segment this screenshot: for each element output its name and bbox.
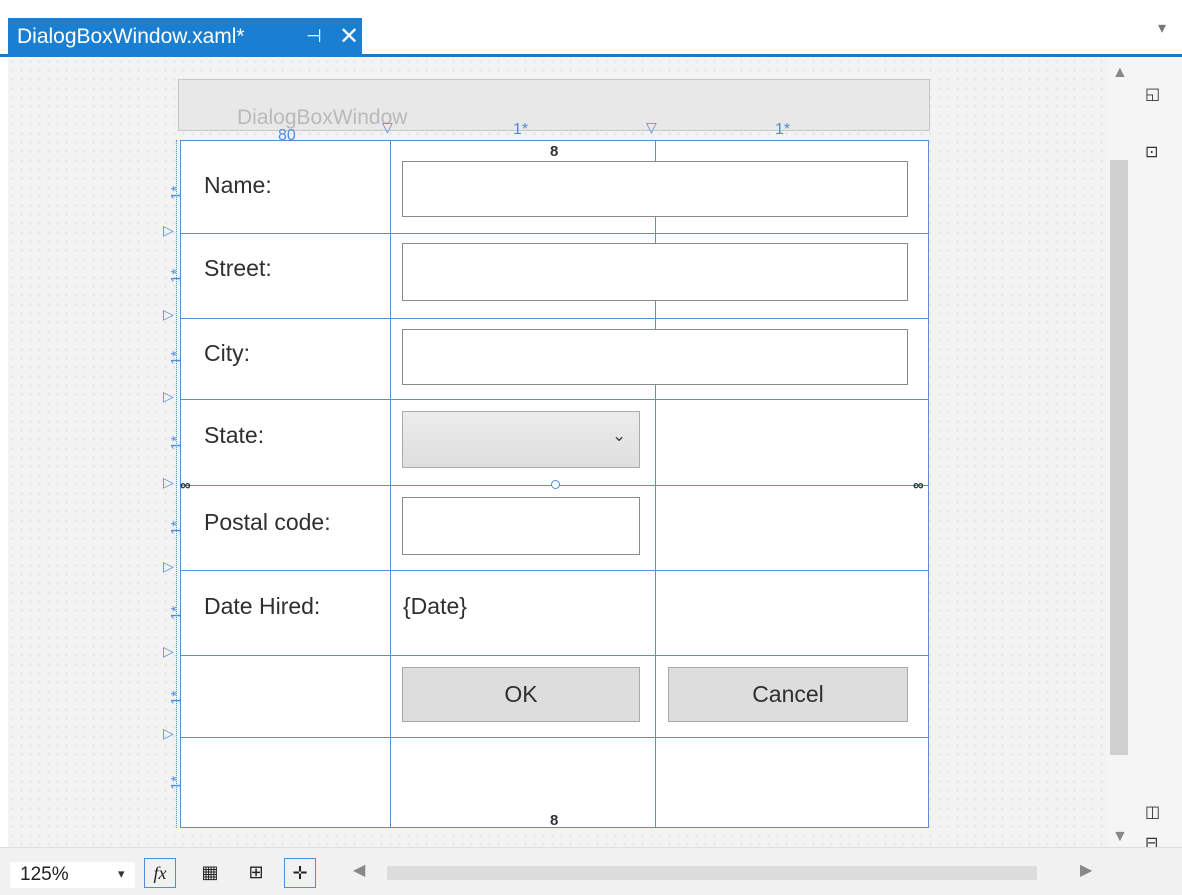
row-splitter-marker-icon[interactable]: ▷ xyxy=(163,222,174,239)
grid-column-line xyxy=(390,141,391,827)
name-label: Name: xyxy=(204,172,272,198)
zoom-combobox[interactable]: 125% xyxy=(10,862,135,888)
vertical-scrollbar[interactable] xyxy=(1110,160,1128,755)
row-size-4[interactable]: 1* xyxy=(168,436,185,450)
street-field[interactable] xyxy=(402,243,908,301)
snap-to-snaplines-icon[interactable]: ✛ xyxy=(284,858,316,888)
scroll-up-icon[interactable]: ▲ xyxy=(1112,64,1128,82)
xaml-view-icon[interactable]: ⊡ xyxy=(1145,142,1158,162)
row-size-3[interactable]: 1* xyxy=(168,351,185,365)
column-size-3[interactable]: 1* xyxy=(775,121,790,139)
scroll-right-icon[interactable]: ▶ xyxy=(1080,860,1092,880)
scroll-down-icon[interactable]: ▼ xyxy=(1112,828,1128,846)
row-splitter-marker-icon[interactable]: ▷ xyxy=(163,643,174,660)
ok-button[interactable]: OK xyxy=(402,667,640,722)
row-size-7[interactable]: 1* xyxy=(168,691,185,705)
row-size-6[interactable]: 1* xyxy=(168,606,185,620)
design-view-icon[interactable]: ◱ xyxy=(1145,84,1160,104)
row-size-2[interactable]: 1* xyxy=(168,269,185,283)
chain-link-icon[interactable]: 8 xyxy=(550,812,558,829)
chevron-down-icon: ⌄ xyxy=(612,426,627,445)
date-hired-value: {Date} xyxy=(403,593,467,619)
grid-toggle-icon[interactable]: ▦ xyxy=(194,858,226,888)
column-size-2[interactable]: 1* xyxy=(513,121,528,139)
row-splitter-marker-icon[interactable]: ▷ xyxy=(163,725,174,742)
vertical-split-icon[interactable]: ◫ xyxy=(1145,802,1160,822)
city-label: City: xyxy=(204,340,250,366)
date-hired-label: Date Hired: xyxy=(204,593,321,619)
tab-list-dropdown-icon[interactable]: ▾ xyxy=(1158,18,1166,38)
row-size-1[interactable]: 1* xyxy=(168,186,185,200)
chevron-down-icon[interactable]: ▾ xyxy=(118,866,125,882)
city-field[interactable] xyxy=(402,329,908,385)
fx-effects-button[interactable]: fx xyxy=(144,858,176,888)
chain-link-icon[interactable]: ∞ xyxy=(913,477,924,494)
selection-handle[interactable] xyxy=(551,480,560,489)
row-ruler-line xyxy=(176,140,178,828)
grid-row-line xyxy=(181,570,928,571)
document-tab-title: DialogBoxWindow.xaml* xyxy=(17,25,245,48)
pin-icon[interactable]: ⊣ xyxy=(306,18,322,55)
cancel-button[interactable]: Cancel xyxy=(668,667,908,722)
snap-gridlines-icon[interactable]: ⊞ xyxy=(240,858,272,888)
state-combobox[interactable]: ⌄ xyxy=(402,411,640,468)
document-tab[interactable]: DialogBoxWindow.xaml* ⊣ ✕ xyxy=(8,18,362,57)
window-title-bar: DialogBoxWindow xyxy=(178,79,930,131)
row-splitter-marker-icon[interactable]: ▷ xyxy=(163,474,174,491)
name-field[interactable] xyxy=(402,161,908,217)
row-splitter-marker-icon[interactable]: ▷ xyxy=(163,558,174,575)
grid-row-line xyxy=(181,737,928,738)
chain-link-icon[interactable]: ∞ xyxy=(180,477,191,494)
scroll-left-icon[interactable]: ◀ xyxy=(353,860,365,880)
grid-row-line xyxy=(181,233,928,234)
row-splitter-marker-icon[interactable]: ▷ xyxy=(163,388,174,405)
chain-link-icon[interactable]: 8 xyxy=(550,143,558,160)
grid-row-line xyxy=(181,399,928,400)
horizontal-scrollbar[interactable] xyxy=(387,866,1037,880)
postal-code-field[interactable] xyxy=(402,497,640,555)
state-label: State: xyxy=(204,422,265,448)
column-splitter-marker-icon[interactable]: ▽ xyxy=(382,119,393,136)
row-size-5[interactable]: 1* xyxy=(168,521,185,535)
grid-row-line xyxy=(181,655,928,656)
close-icon[interactable]: ✕ xyxy=(339,18,359,55)
row-size-8[interactable]: 1* xyxy=(168,776,185,790)
column-splitter-marker-icon[interactable]: ▽ xyxy=(646,119,657,136)
postal-code-label: Postal code: xyxy=(204,509,331,535)
grid-row-line xyxy=(181,318,928,319)
street-label: Street: xyxy=(204,255,272,281)
row-splitter-marker-icon[interactable]: ▷ xyxy=(163,306,174,323)
